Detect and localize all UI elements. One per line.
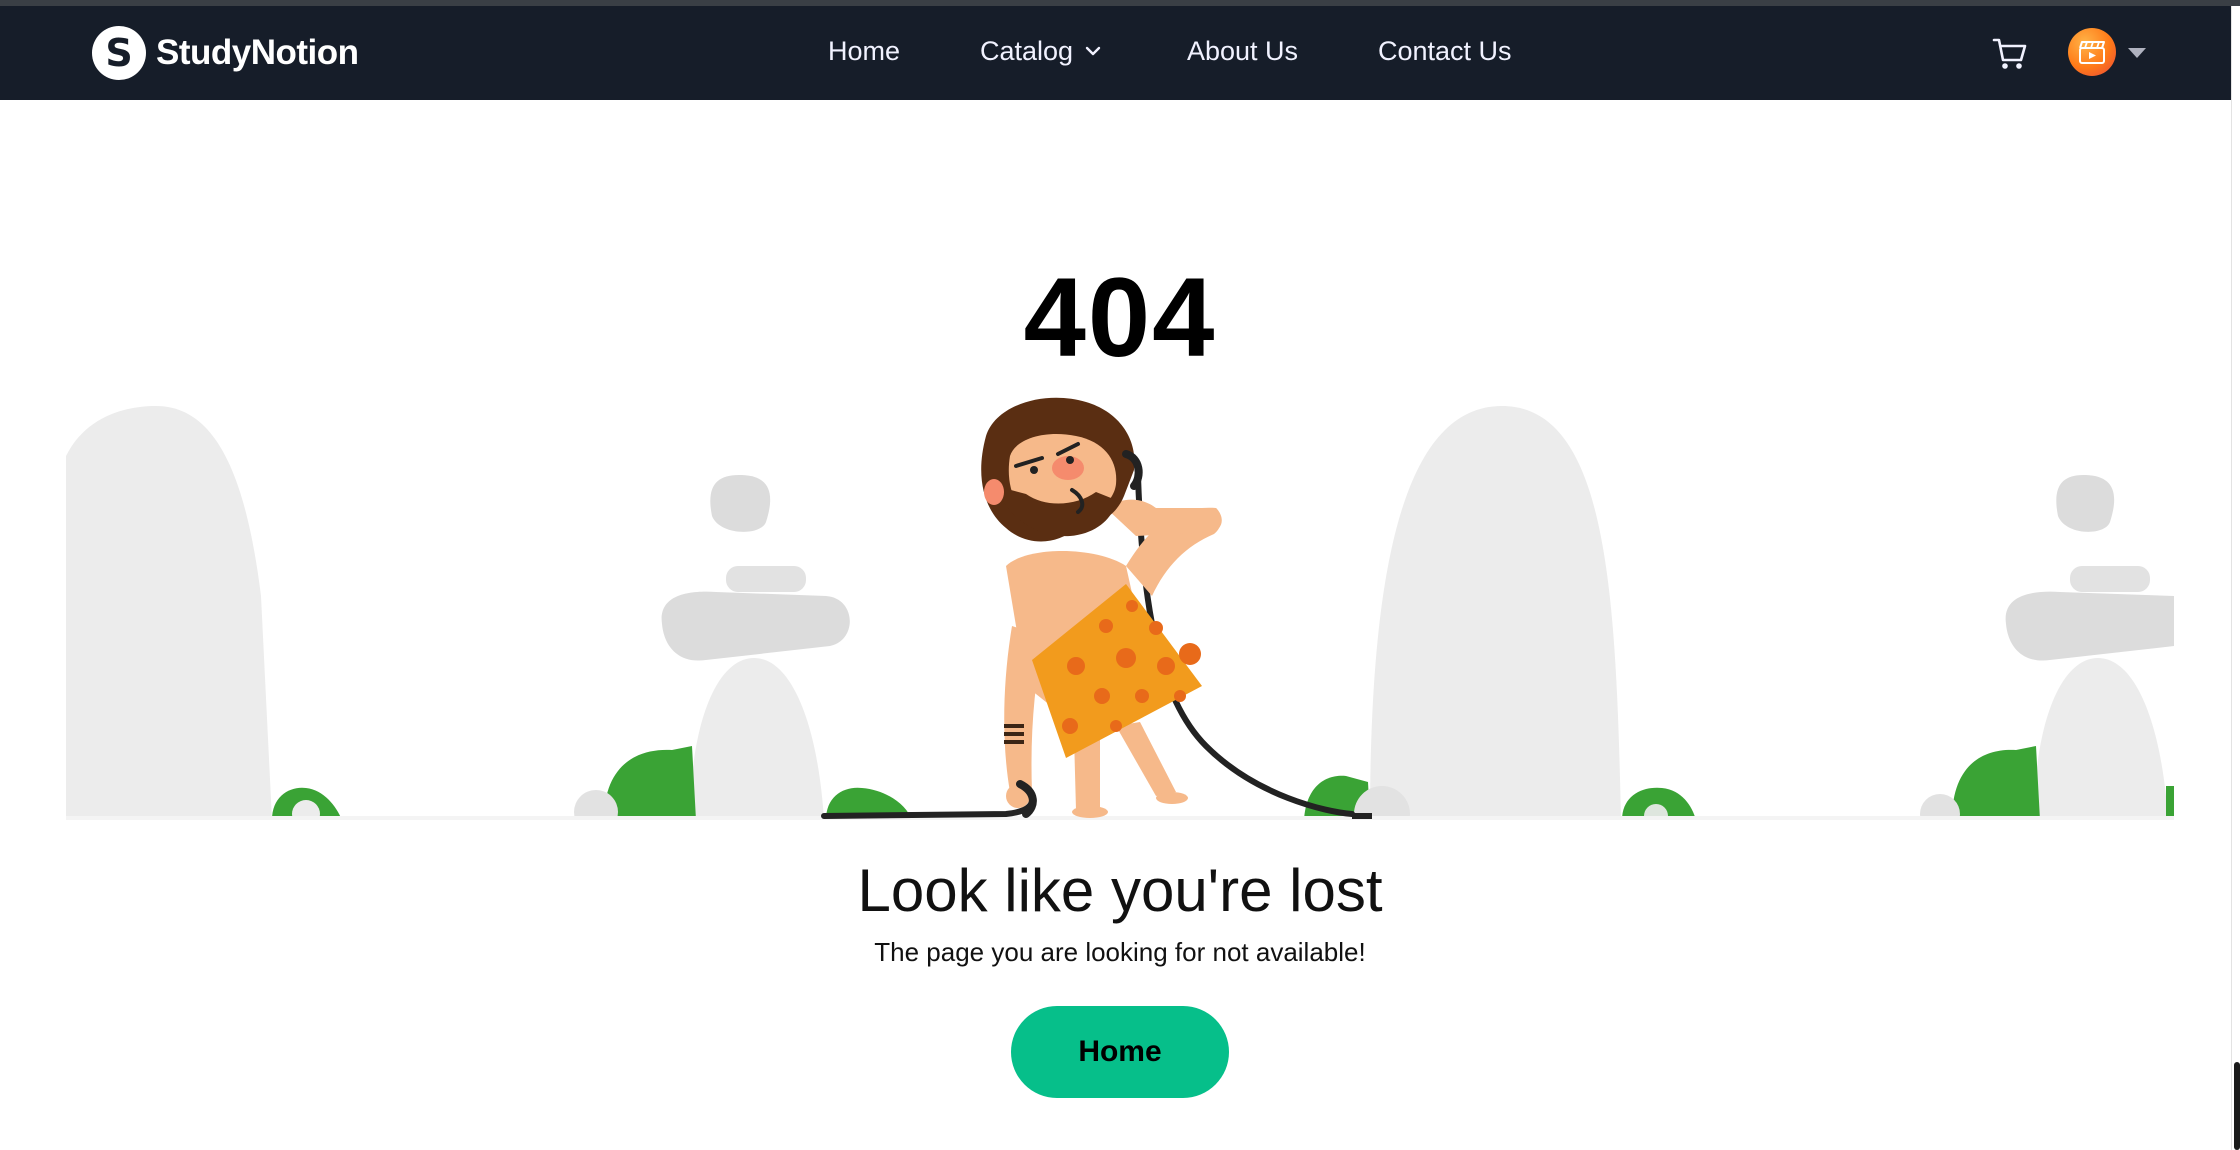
cart-icon[interactable] <box>1992 36 2028 72</box>
caret-down-icon[interactable] <box>2128 48 2146 58</box>
nav-link-catalog[interactable]: Catalog <box>980 36 1101 67</box>
scrollbar-track[interactable] <box>2231 6 2240 1150</box>
error-headline: Look like you're lost <box>857 857 1383 924</box>
error-code: 404 <box>1023 255 1217 380</box>
lost-caveman-illustration <box>66 397 2174 820</box>
chevron-down-icon <box>1085 46 1101 56</box>
home-button[interactable]: Home <box>1011 1006 1229 1098</box>
error-message: The page you are looking for not availab… <box>874 937 1366 967</box>
brand-name: StudyNotion <box>156 33 359 72</box>
scrollbar-thumb[interactable] <box>2234 1062 2240 1150</box>
brand-logo[interactable]: S StudyNotion <box>92 26 359 80</box>
profile-avatar[interactable] <box>2068 28 2116 76</box>
nav-catalog-label: Catalog <box>980 36 1074 66</box>
clapperboard-icon <box>2079 41 2105 64</box>
top-navbar: S StudyNotion Home Catalog About Us Cont… <box>0 6 2231 100</box>
caveman-figure <box>981 397 1222 818</box>
logo-badge: S <box>92 26 146 80</box>
nav-link-about-us[interactable]: About Us <box>1187 36 1298 67</box>
nav-link-contact-us[interactable]: Contact Us <box>1378 36 1512 67</box>
nav-link-home[interactable]: Home <box>828 36 900 67</box>
